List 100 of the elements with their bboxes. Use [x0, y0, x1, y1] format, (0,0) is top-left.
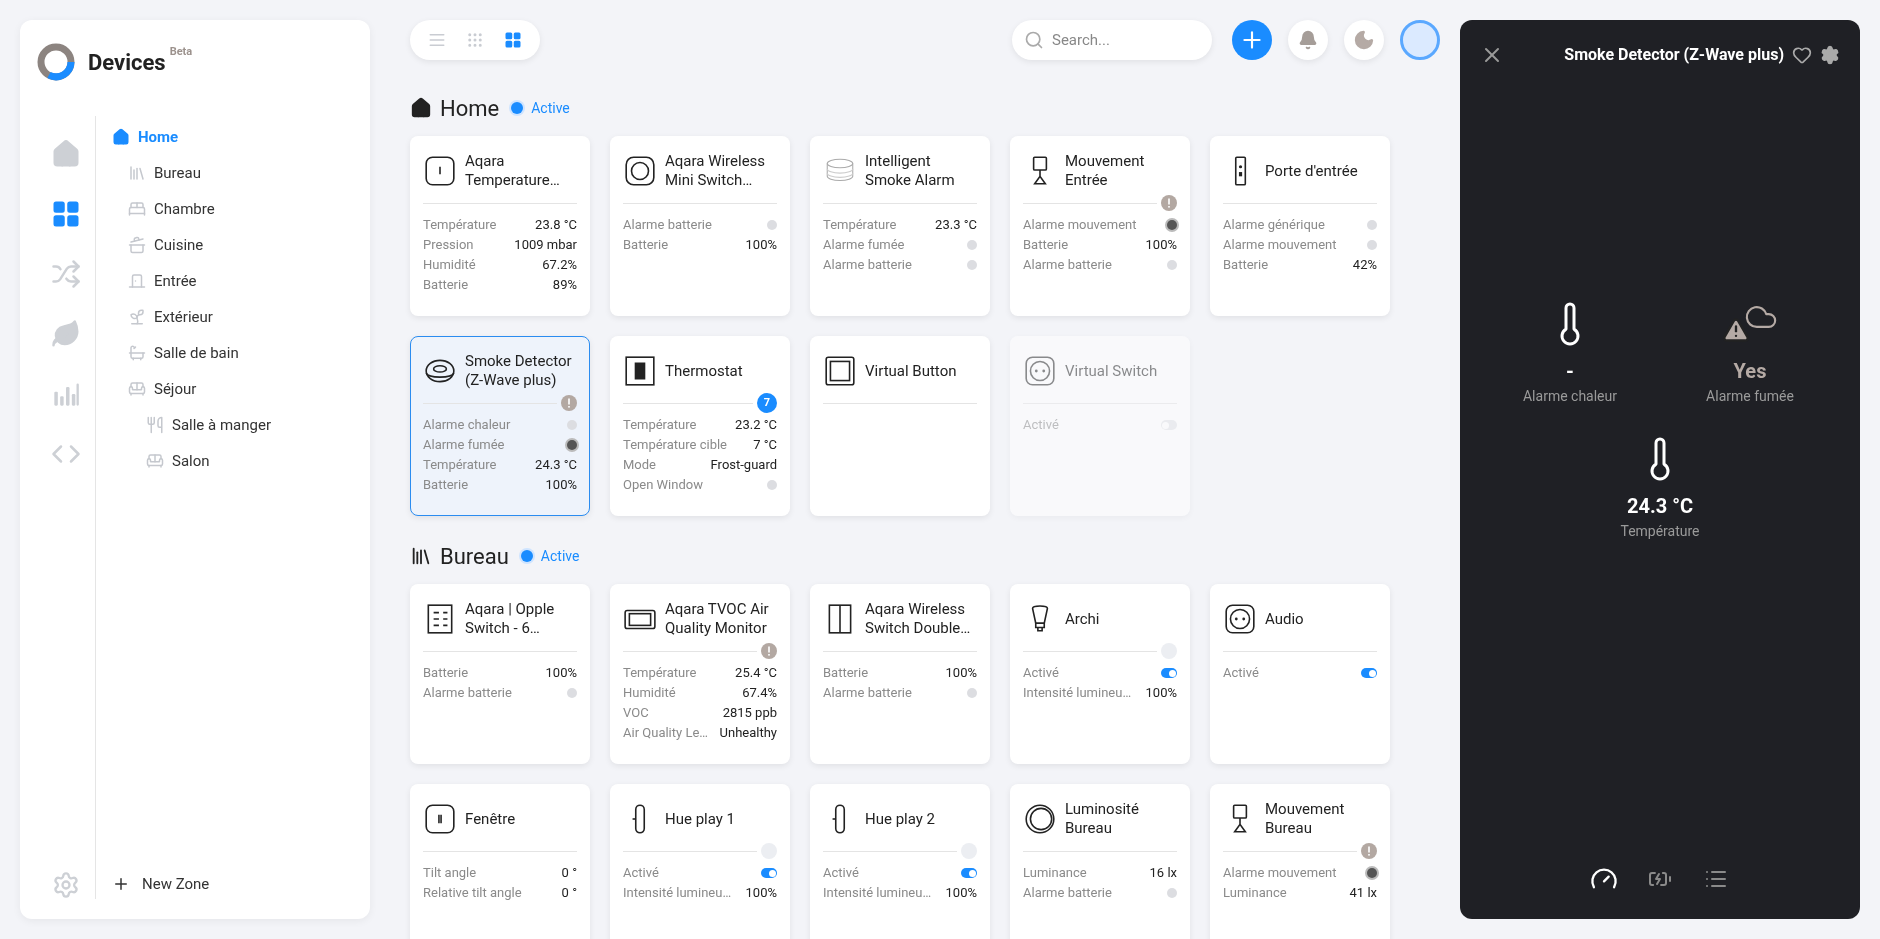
row-value: 23.2 °C [735, 416, 777, 435]
device-card[interactable]: Hue play 1 Activé Intensité lumineu… 100% [610, 784, 790, 939]
device-card[interactable]: Fenêtre Tilt angle 0 ° Relative tilt angle 0 ° [410, 784, 590, 939]
avatar[interactable] [1400, 20, 1440, 60]
device-card[interactable]: Aqara | Opple Switch - 6… Batterie 100% Alarme batterie [410, 584, 590, 764]
toggle-switch[interactable] [1161, 668, 1177, 678]
bed-icon [128, 200, 146, 218]
round-switch-icon [623, 154, 657, 188]
row-value: 42% [1352, 256, 1377, 275]
toggle-switch[interactable] [1361, 668, 1377, 678]
row-value: 100% [545, 664, 577, 683]
device-title: Hue play 2 [865, 809, 935, 829]
socket-icon [1023, 354, 1057, 388]
row-label: Alarme mouvement [1223, 236, 1337, 255]
app-logo [36, 42, 76, 82]
device-card[interactable]: Intelligent Smoke Alarm Température 23.3 °C Alarme fumée Alarme batterie [810, 136, 990, 316]
zone-item[interactable]: Cuisine [112, 227, 354, 263]
row-value: 41 lx [1349, 884, 1377, 903]
row-value: 100% [1145, 684, 1177, 703]
device-card[interactable]: Mouvement Bureau Alarme mouvement Luminance 41 lx [1210, 784, 1390, 939]
device-card[interactable]: Aqara Temperature… Température 23.8 °C Pression 1009 mbar Humidité 67.2% Batterie 89% [410, 136, 590, 316]
device-card[interactable]: Thermostat 7 Température 23.2 °C Température cible 7 °C Mode Frost-guard Open Window [610, 336, 790, 516]
row-value: 16 lx [1149, 864, 1177, 883]
status-label: Active [540, 546, 580, 566]
notifications-button[interactable] [1288, 20, 1328, 60]
thermometer-sensor-icon [423, 154, 457, 188]
row-value: 25.4 °C [735, 664, 777, 683]
zone-item[interactable]: Salle à manger [112, 407, 354, 443]
zone-item[interactable]: Salon [112, 443, 354, 479]
row-label: Intensité lumineu… [1023, 684, 1132, 703]
row-label: Batterie [1023, 236, 1069, 255]
row-label: Batterie [423, 476, 469, 495]
zone-item[interactable]: Bureau [112, 155, 354, 191]
row-value: 7 °C [753, 436, 777, 455]
row-label: Batterie [423, 664, 469, 683]
row-label: Alarme chaleur [423, 416, 511, 435]
shuffle-icon [50, 259, 81, 289]
search-field[interactable]: Search... [1012, 20, 1212, 60]
new-zone-button[interactable]: New Zone [112, 869, 354, 899]
row-value: 23.3 °C [935, 216, 977, 235]
toggle-switch[interactable] [761, 868, 777, 878]
device-card[interactable]: Hue play 2 Activé Intensité lumineu… 100% [810, 784, 990, 939]
row-value: 100% [745, 236, 777, 255]
state-value: 24.3 °C [1626, 493, 1694, 520]
row-label: Humidité [423, 256, 476, 275]
panel-title: Smoke Detector (Z-Wave plus) [1563, 44, 1785, 66]
sofa-icon [146, 452, 164, 470]
row-value: 2815 ppb [722, 704, 777, 723]
row-value: 89% [552, 276, 577, 295]
row-label: Température [423, 456, 497, 475]
row-value: 23.8 °C [535, 216, 577, 235]
heart-icon[interactable] [1792, 45, 1812, 65]
device-title: Virtual Switch [1065, 361, 1158, 381]
device-title: Audio [1265, 609, 1304, 629]
device-card[interactable]: Smoke Detector (Z-Wave plus) Alarme chaleur Alarme fumée Température 24.3 °C Batterie 100% [410, 336, 590, 516]
state-label: Alarme fumée [1706, 387, 1794, 406]
row-label: VOC [623, 704, 649, 723]
row-value: 100% [945, 664, 977, 683]
theme-button[interactable] [1344, 20, 1384, 60]
device-card[interactable]: Aqara Wireless Switch Double… Batterie 100% Alarme batterie [810, 584, 990, 764]
device-card[interactable]: Audio Activé [1210, 584, 1390, 764]
zone-item[interactable]: Séjour [112, 371, 354, 407]
device-title: Aqara Wireless Switch Double… [865, 600, 972, 638]
pot-icon [128, 236, 146, 254]
device-card[interactable]: Aqara Wireless Mini Switch… Alarme batterie Batterie 100% [610, 136, 790, 316]
sofa-icon [128, 380, 146, 398]
row-value: 100% [545, 476, 577, 495]
add-button[interactable] [1232, 20, 1272, 60]
device-card[interactable]: Luminosité Bureau Luminance 16 lx Alarme batterie [1010, 784, 1190, 939]
row-label: Luminance [1223, 884, 1287, 903]
row-label: Température [623, 416, 697, 435]
app-title: Devices [88, 48, 166, 77]
row-label: Alarme fumée [823, 236, 905, 255]
toggle-switch[interactable] [961, 868, 977, 878]
device-title: Mouvement Entrée [1065, 152, 1146, 190]
section-title: Home [440, 94, 500, 123]
device-title: Virtual Button [865, 361, 957, 381]
list-view-icon [428, 31, 446, 49]
state-label: Alarme chaleur [1523, 387, 1617, 406]
device-card[interactable]: Archi Activé Intensité lumineu… 100% [1010, 584, 1190, 764]
state-value: Yes [1733, 358, 1767, 385]
large-grid-icon [504, 31, 522, 49]
device-card[interactable]: Porte d'entrée Alarme générique Alarme mouvement Batterie 42% [1210, 136, 1390, 316]
row-label: Batterie [823, 664, 869, 683]
row-value: Frost-guard [710, 456, 777, 475]
settings-icon[interactable] [1820, 45, 1840, 65]
zone-item[interactable]: Entrée [112, 263, 354, 299]
device-card[interactable]: Mouvement Entrée Alarme mouvement Batterie 100% Alarme batterie [1010, 136, 1190, 316]
device-title: Luminosité Bureau [1065, 800, 1140, 838]
row-label: Luminance [1023, 864, 1087, 883]
zone-item[interactable]: Chambre [112, 191, 354, 227]
row-label: Alarme batterie [623, 216, 712, 235]
row-label: Alarme batterie [1023, 884, 1112, 903]
zone-item[interactable]: Extérieur [112, 299, 354, 335]
zone-item[interactable]: Salle de bain [112, 335, 354, 371]
row-label: Activé [823, 864, 859, 883]
section-title: Bureau [440, 542, 509, 571]
device-card[interactable]: Virtual Button [810, 336, 990, 516]
count-badge: 7 [757, 393, 777, 413]
device-card[interactable]: Aqara TVOC Air Quality Monitor Température 25.4 °C Humidité 67.4% VOC 2815 ppb Air Quality Le… Unhealthy [610, 584, 790, 764]
